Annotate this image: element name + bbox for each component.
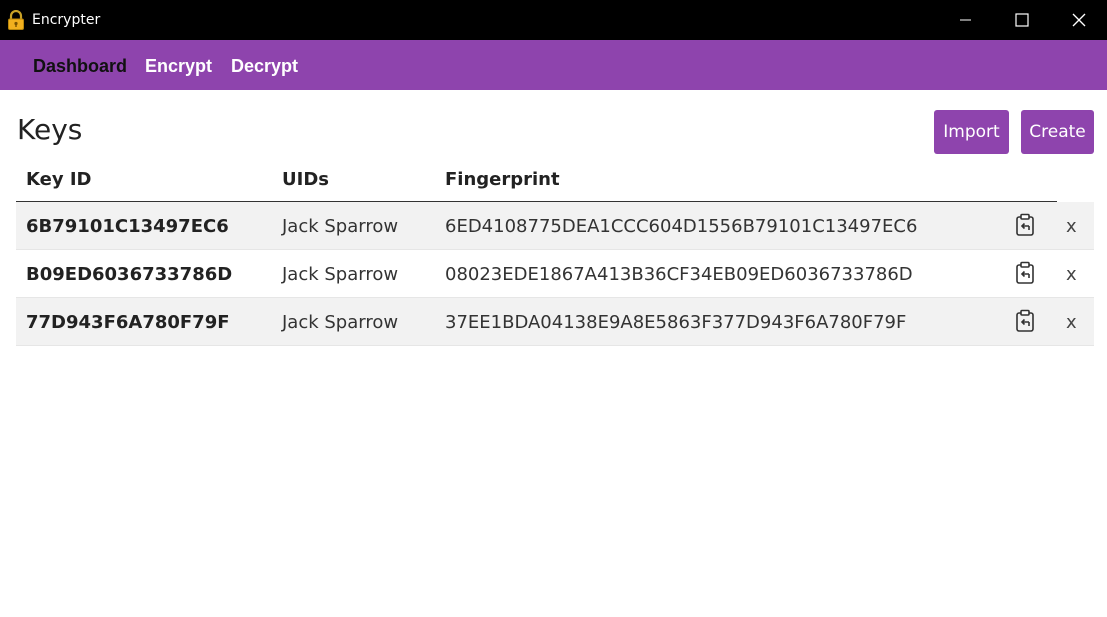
nav-item-dashboard[interactable]: Dashboard: [33, 56, 127, 77]
create-button[interactable]: Create: [1021, 110, 1094, 154]
fingerprint-cell: 37EE1BDA04138E9A8E5863F377D943F6A780F79F: [445, 312, 907, 333]
fingerprint-cell: 08023EDE1867A413B36CF34EB09ED6036733786D: [445, 264, 913, 285]
delete-key-button[interactable]: x: [1066, 216, 1077, 237]
column-header-fingerprint: Fingerprint: [445, 169, 560, 190]
window-title: Encrypter: [32, 12, 101, 28]
keys-table: Key ID UIDs Fingerprint 6B79101C13497EC6…: [16, 158, 1094, 346]
uid-cell: Jack Sparrow: [282, 216, 399, 237]
title-bar: Encrypter: [0, 0, 1107, 40]
key-id-cell: 6B79101C13497EC6: [26, 216, 229, 237]
column-header-key-id: Key ID: [26, 169, 92, 190]
table-row: B09ED6036733786D Jack Sparrow 08023EDE18…: [16, 250, 1094, 298]
nav-item-encrypt[interactable]: Encrypt: [145, 56, 212, 77]
nav-item-decrypt[interactable]: Decrypt: [231, 56, 298, 77]
fingerprint-cell: 6ED4108775DEA1CCC604D1556B79101C13497EC6: [445, 216, 918, 237]
table-header: Key ID UIDs Fingerprint: [16, 158, 1057, 202]
uid-cell: Jack Sparrow: [282, 312, 399, 333]
app-window: Encrypter Dashboard Encrypt Decrypt Keys…: [0, 0, 1107, 617]
import-button[interactable]: Import: [934, 110, 1009, 154]
nav-bar: Dashboard Encrypt Decrypt: [0, 40, 1107, 90]
uid-cell: Jack Sparrow: [282, 264, 399, 285]
table-row: 77D943F6A780F79F Jack Sparrow 37EE1BDA04…: [16, 298, 1094, 346]
minimize-icon: [960, 19, 971, 21]
lock-icon: [8, 10, 24, 30]
minimize-button[interactable]: [938, 0, 994, 40]
key-id-cell: B09ED6036733786D: [26, 264, 233, 285]
maximize-icon: [1015, 13, 1029, 27]
delete-key-button[interactable]: x: [1066, 312, 1077, 333]
clipboard-icon[interactable]: [1014, 261, 1036, 285]
delete-key-button[interactable]: x: [1066, 264, 1077, 285]
close-window-button[interactable]: [1051, 0, 1107, 40]
maximize-button[interactable]: [994, 0, 1050, 40]
table-row: 6B79101C13497EC6 Jack Sparrow 6ED4108775…: [16, 202, 1094, 250]
column-header-uids: UIDs: [282, 169, 329, 190]
close-icon: [1072, 13, 1086, 27]
key-id-cell: 77D943F6A780F79F: [26, 312, 230, 333]
clipboard-icon[interactable]: [1014, 309, 1036, 333]
page-title: Keys: [17, 113, 83, 146]
clipboard-icon[interactable]: [1014, 213, 1036, 237]
